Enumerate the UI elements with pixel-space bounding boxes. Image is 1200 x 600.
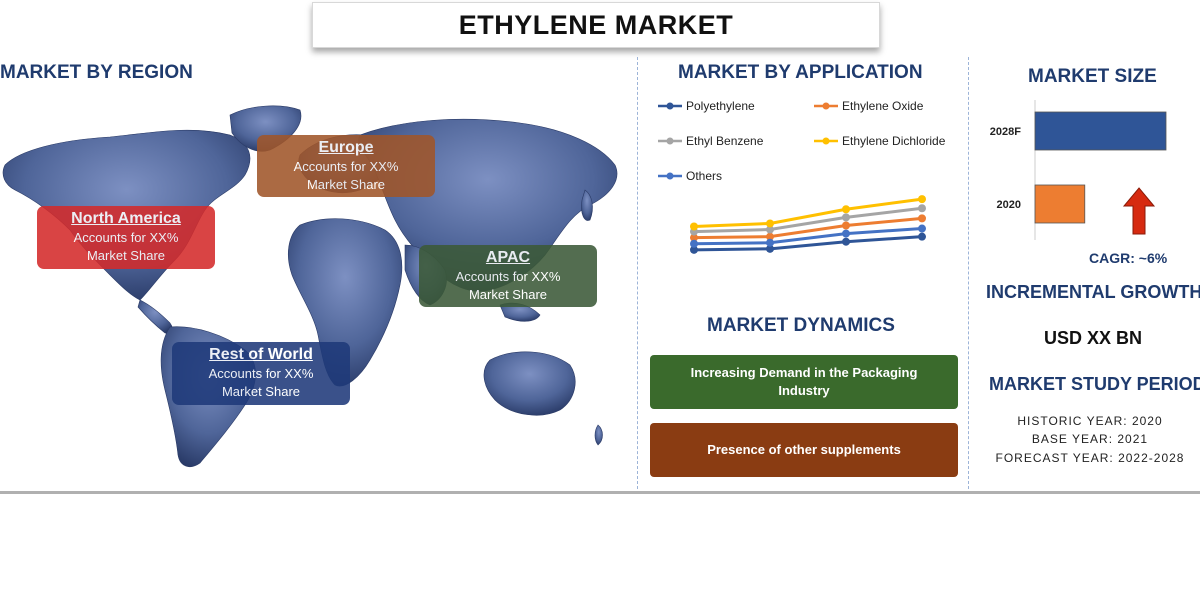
series-point-4-2 [842,229,850,238]
incremental-heading: INCREMENTAL GROWTH [986,282,1200,302]
legend-label: Others [686,169,723,183]
legend-label: Ethylene Oxide [842,99,924,113]
divider-left [637,57,638,489]
legend-line-icon [658,172,682,180]
dynamics-driver-text: Increasing Demand in the Packaging Indus… [690,365,918,398]
legend-line-icon [658,137,682,145]
title-box: ETHYLENE MARKET [312,2,880,48]
series-point-2-2 [842,213,850,222]
base-year: BASE YEAR: 2021 [1031,432,1149,446]
region-rest-of-world: Rest of World Accounts for XX% Market Sh… [172,342,350,405]
region-europe: Europe Accounts for XX% Market Share [257,135,435,197]
dynamics-restraint-text: Presence of other supplements [707,442,901,457]
region-share-label: Market Share [221,384,301,399]
series-line-2 [693,206,923,234]
series-point-3-1 [766,219,774,228]
region-north-america: North America Accounts for XX% Market Sh… [37,206,215,269]
series-point-0-2 [842,237,850,246]
legend-label: Ethyl Benzene [686,134,764,148]
series-line-1 [693,216,923,240]
growth-arrow-icon [1122,187,1156,235]
region-share-label: Market Share [468,287,548,302]
region-share-label: Market Share [306,177,386,192]
series-point-3-0 [690,222,698,231]
legend-line-icon [814,102,838,110]
legend-others: Others [658,169,722,183]
region-share-line: Accounts for XX% [73,230,179,245]
legend-polyethylene: Polyethylene [658,99,755,113]
historic-year: HISTORIC YEAR: 2020 [1017,414,1163,428]
study-period-heading: MARKET STUDY PERIOD [989,374,1200,394]
series-point-4-3 [918,224,926,233]
forecast-year: FORECAST YEAR: 2022-2028 [995,451,1185,465]
series-point-3-2 [842,205,850,214]
bar-2028F [1034,111,1167,151]
series-point-4-1 [766,238,774,247]
region-name: APAC [485,249,531,266]
dynamics-heading: MARKET DYNAMICS [707,315,895,336]
region-name: Rest of World [209,346,313,363]
size-heading: MARKET SIZE [1028,66,1157,87]
bottom-rule [0,491,1200,494]
legend-ethylene-oxide: Ethylene Oxide [814,99,923,113]
series-point-2-3 [918,204,926,213]
region-apac: APAC Accounts for XX% Market Share [419,245,597,307]
series-point-3-3 [918,195,926,204]
bar-2020 [1034,184,1086,224]
dynamics-driver-box: Increasing Demand in the Packaging Indus… [650,355,958,409]
series-point-1-2 [842,221,850,230]
page-title: ETHYLENE MARKET [458,9,734,40]
region-share-label: Market Share [86,248,166,263]
region-share-line: Accounts for XX% [208,366,314,381]
legend-ethyl-benzene: Ethyl Benzene [658,134,763,148]
series-point-4-0 [690,239,698,248]
region-heading: MARKET BY REGION [0,62,193,83]
region-name: Europe [318,139,374,156]
region-name: North America [71,210,181,227]
series-point-0-3 [918,232,926,241]
legend-ethylene-dichloride: Ethylene Dichloride [814,134,945,148]
market-size-bar-chart: 2028F 2020 [990,100,1167,240]
series-point-1-3 [918,214,926,223]
divider-right [968,57,969,489]
legend-line-icon [658,102,682,110]
region-share-line: Accounts for XX% [293,159,399,174]
application-line-chart [690,195,926,254]
bar-label-2028F: 2028F [990,126,1021,138]
cagr-label: CAGR: ~6% [1089,250,1168,266]
legend-label: Polyethylene [686,99,755,113]
region-share-line: Accounts for XX% [455,269,561,284]
legend-label: Ethylene Dichloride [842,134,946,148]
dynamics-restraint-box: Presence of other supplements [650,423,958,477]
legend-line-icon [814,137,838,145]
incremental-value: USD XX BN [1044,328,1143,348]
bar-label-2020: 2020 [997,199,1021,211]
application-heading: MARKET BY APPLICATION [678,62,923,83]
